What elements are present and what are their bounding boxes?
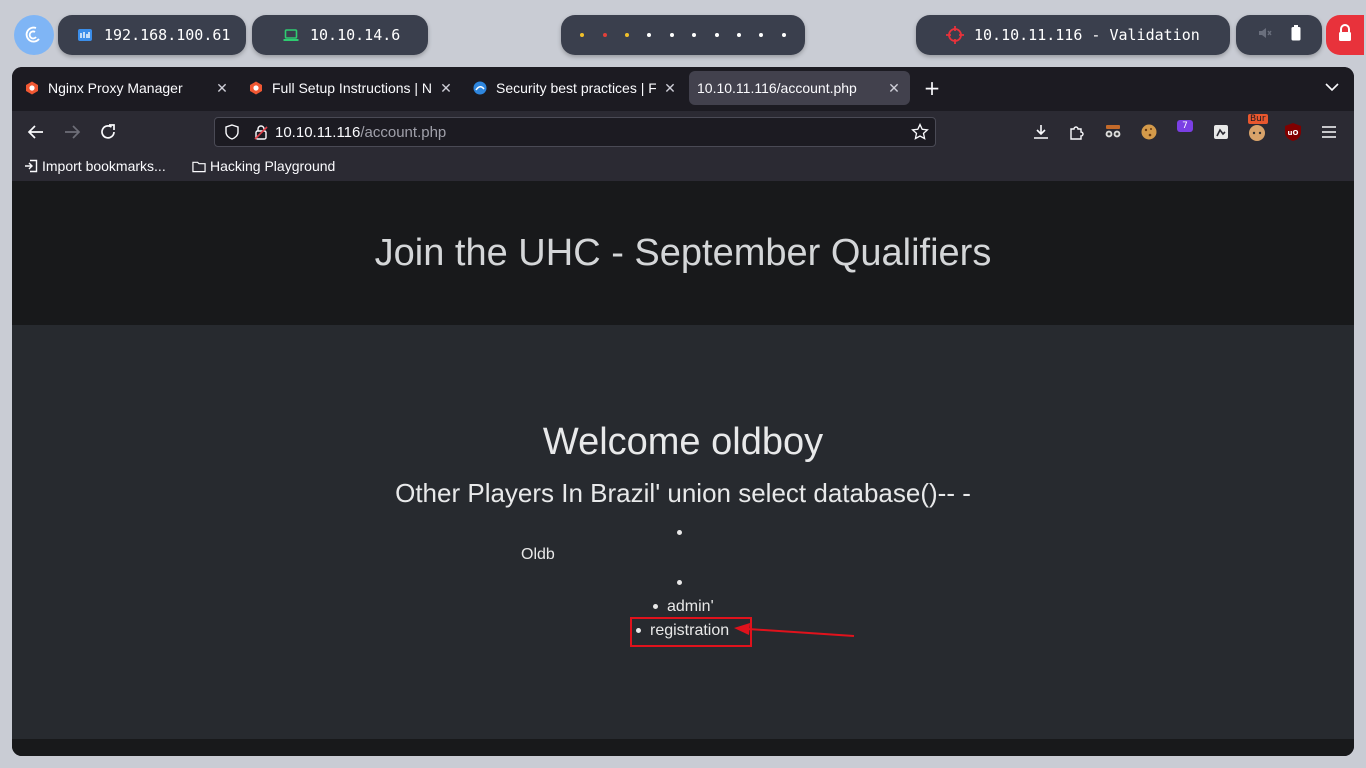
workspace-dot-6[interactable]: [692, 33, 697, 37]
workspace-switcher[interactable]: [561, 15, 805, 55]
list-all-tabs-chevron-down-icon[interactable]: [1324, 79, 1342, 97]
ublock-origin-icon[interactable]: uO: [1282, 121, 1304, 143]
system-tray: [1236, 15, 1322, 55]
svg-text:uO: uO: [1288, 129, 1299, 137]
workspace-dot-4[interactable]: [647, 33, 652, 37]
new-tab-button[interactable]: +: [920, 77, 944, 99]
reload-icon[interactable]: [96, 120, 120, 144]
nginx-proxy-icon: [248, 80, 264, 96]
battery-icon[interactable]: [1291, 25, 1301, 45]
bookmark-extension-icon[interactable]: [1210, 121, 1232, 143]
browser-window: Nginx Proxy Manager ✕ Full Setup Instruc…: [12, 67, 1354, 756]
padlock-icon: [1337, 24, 1353, 46]
vpn-ip-text: 10.10.14.6: [310, 26, 401, 44]
hamburger-menu-icon[interactable]: [1318, 121, 1340, 143]
injected-database-name: Oldb: [521, 546, 555, 563]
crosshair-icon: [946, 26, 964, 44]
page-main-content: Welcome oldboy Other Players In Brazil' …: [12, 325, 1354, 756]
list-item-admin: admin': [667, 598, 714, 615]
list-bullet: [677, 530, 682, 535]
page-footer-strip: [12, 739, 1354, 756]
tab-bar: Nginx Proxy Manager ✕ Full Setup Instruc…: [12, 67, 1354, 111]
counter-extension-icon[interactable]: 7: [1174, 120, 1196, 143]
close-tab-icon[interactable]: ✕: [438, 80, 454, 97]
url-host-text: 10.10.11.116: [275, 123, 361, 141]
tab-full-setup-instructions[interactable]: Full Setup Instructions | N ✕: [240, 71, 462, 105]
annotation-arrow: [734, 623, 855, 637]
page-title: Join the UHC - September Qualifiers: [374, 231, 992, 274]
players-heading: Other Players In Brazil' union select da…: [395, 478, 971, 508]
workspace-dot-5[interactable]: [669, 33, 674, 37]
list-bullet: [677, 580, 682, 585]
workspace-dot-3[interactable]: [624, 33, 629, 37]
workspace-dot-2[interactable]: [602, 33, 607, 37]
downloads-icon[interactable]: [1030, 121, 1052, 143]
insecure-lock-icon[interactable]: [247, 124, 275, 140]
page-header-banner: Join the UHC - September Qualifiers: [12, 181, 1354, 325]
folder-icon: [192, 159, 206, 173]
network-icon: [76, 26, 94, 44]
volume-muted-icon[interactable]: [1258, 26, 1272, 44]
close-tab-icon[interactable]: ✕: [886, 80, 902, 97]
target-text: 10.10.11.116 - Validation: [974, 26, 1200, 44]
vpn-ip-indicator[interactable]: 10.10.14.6: [252, 15, 428, 55]
welcome-heading: Welcome oldboy: [542, 421, 824, 463]
shield-icon[interactable]: [217, 124, 247, 140]
workspace-dot-7[interactable]: [714, 33, 719, 37]
tab-account-php[interactable]: 10.10.11.116/account.php ✕: [689, 71, 910, 105]
bookmark-star-icon[interactable]: [911, 123, 929, 141]
web-page: Join the UHC - September Qualifiers Welc…: [12, 181, 1354, 756]
close-tab-icon[interactable]: ✕: [214, 80, 230, 97]
target-indicator[interactable]: 10.10.11.116 - Validation: [916, 15, 1230, 55]
bookmarks-toolbar: Import bookmarks... Hacking Playground: [12, 153, 1354, 181]
local-ip-text: 192.168.100.61: [104, 26, 231, 44]
workspace-dot-8[interactable]: [736, 33, 741, 37]
burp-badge: Bur: [1248, 114, 1268, 124]
laptop-icon: [282, 26, 300, 44]
workspace-dot-1[interactable]: [580, 33, 585, 37]
back-arrow-icon[interactable]: [24, 120, 48, 144]
cookie-icon[interactable]: [1138, 121, 1160, 143]
extensions-puzzle-icon[interactable]: [1066, 121, 1088, 143]
local-ip-indicator[interactable]: 192.168.100.61: [58, 15, 246, 55]
list-bullet: [653, 604, 658, 609]
lock-screen-button[interactable]: [1326, 15, 1364, 55]
bookmark-folder-hacking-playground[interactable]: Hacking Playground: [192, 158, 335, 174]
extension-badge: 7: [1177, 120, 1193, 132]
system-top-bar: 192.168.100.61 10.10.14.6 10.10.11.116 -…: [0, 0, 1366, 66]
nginx-proxy-icon: [24, 80, 40, 96]
forward-arrow-icon[interactable]: [60, 120, 84, 144]
url-path-text: /account.php: [360, 123, 447, 141]
url-bar[interactable]: 10.10.11.116/account.php: [214, 117, 936, 147]
burp-proxy-icon[interactable]: Bur: [1246, 114, 1268, 143]
tab-nginx-proxy-manager[interactable]: Nginx Proxy Manager ✕: [16, 71, 238, 105]
workspace-dot-10[interactable]: [781, 33, 786, 37]
debian-logo-icon[interactable]: [14, 15, 54, 55]
bookmark-import[interactable]: Import bookmarks...: [24, 158, 166, 174]
navigation-toolbar: 10.10.11.116/account.php 7 Bur uO: [12, 111, 1354, 153]
spy-extension-icon[interactable]: [1102, 121, 1124, 143]
docs-icon: [472, 80, 488, 96]
workspace-dot-9[interactable]: [759, 33, 764, 37]
close-tab-icon[interactable]: ✕: [662, 80, 678, 97]
tab-security-best-practices[interactable]: Security best practices | F ✕: [464, 71, 686, 105]
import-icon: [24, 159, 38, 173]
